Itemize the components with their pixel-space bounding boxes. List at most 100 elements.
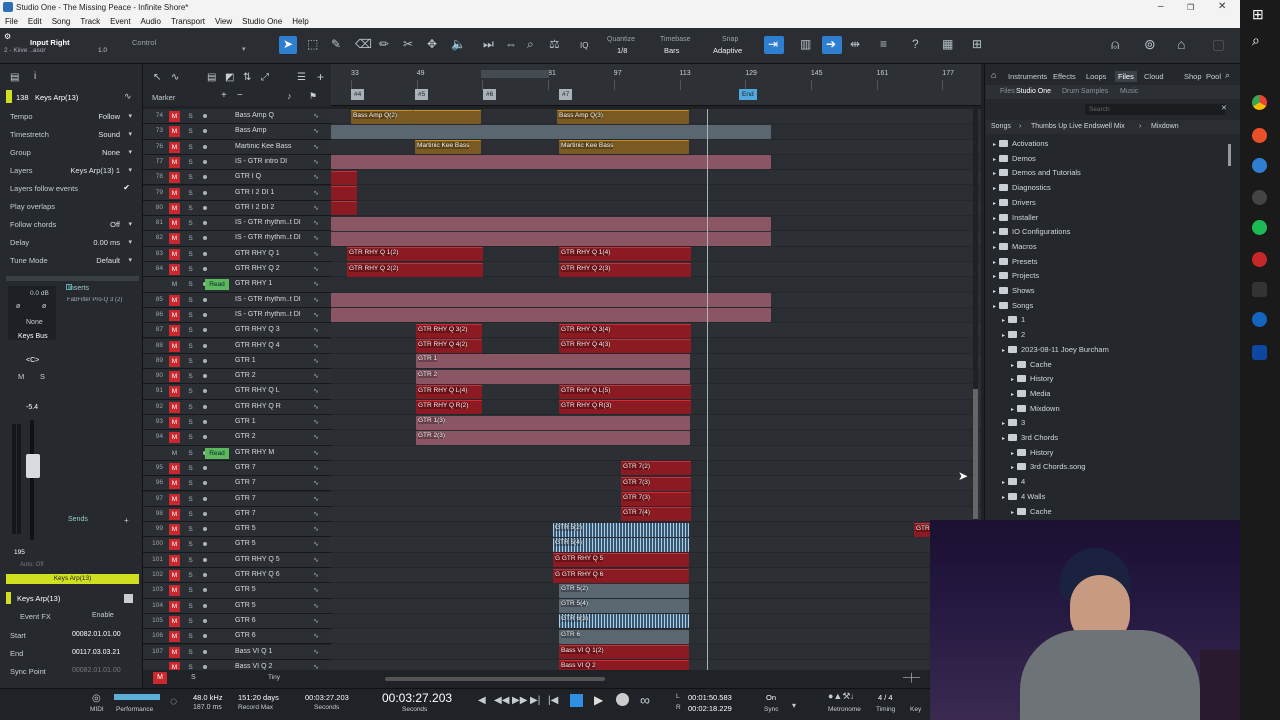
record-arm-icon[interactable] — [203, 511, 207, 516]
record-arm-icon[interactable] — [203, 221, 207, 226]
user-icon[interactable]: ⍝ — [1111, 36, 1119, 53]
track-row[interactable]: 98 M S GTR 7 ∿ — [143, 506, 331, 523]
rewind-fast-icon[interactable]: ◀◀ — [494, 695, 509, 706]
track-mute-button[interactable]: M — [169, 309, 180, 321]
record-arm-icon[interactable] — [203, 328, 207, 333]
track-solo-button[interactable]: S — [185, 631, 196, 642]
expand-arrow-icon[interactable]: ▸ — [1002, 421, 1005, 427]
global-mute[interactable]: M — [153, 672, 167, 684]
home-icon[interactable]: ⌂ — [1177, 36, 1185, 52]
cursor-follow-icon[interactable]: ⇹ — [850, 37, 860, 51]
track-mute-button[interactable]: M — [169, 325, 180, 337]
zoom-icon[interactable]: ⌕ — [527, 37, 534, 52]
inspector-row-value[interactable]: Off — [110, 220, 120, 229]
marker-flag[interactable]: #6 — [483, 89, 497, 100]
record-arm-icon[interactable] — [203, 649, 207, 654]
track-name[interactable]: IS - GTR rhythm..t DI — [235, 296, 305, 303]
record-arm-icon[interactable] — [203, 465, 207, 470]
browser-folder-item[interactable]: ▸ 4 — [1002, 477, 1025, 486]
browser-tab-shop[interactable]: Shop — [1181, 71, 1205, 82]
audio-event-clip[interactable] — [331, 155, 771, 170]
expand-arrow-icon[interactable]: ▸ — [993, 245, 996, 251]
expand-arrow-icon[interactable]: ▸ — [1011, 392, 1014, 398]
range-tool-icon[interactable]: ⬚ — [307, 37, 318, 51]
browser-subtab[interactable]: Studio One — [1016, 88, 1051, 95]
track-name[interactable]: GTR 7 — [235, 464, 305, 471]
audio-event-clip[interactable]: GTR RHY Q 3(2) — [416, 323, 482, 338]
track-solo-button[interactable]: S — [185, 310, 196, 321]
track-row[interactable]: 82 M S IS - GTR rhythm..t DI ∿ — [143, 231, 331, 247]
track-row[interactable]: 105 M S GTR 6 ∿ — [143, 613, 331, 630]
audio-event-clip[interactable]: GTR RHY Q 1(4) — [559, 247, 691, 262]
audio-event-clip[interactable]: GTR 5(4) — [559, 599, 689, 614]
stop-button[interactable] — [570, 694, 583, 707]
audio-event-clip[interactable]: GTR RHY Q 4(3) — [559, 339, 691, 353]
track-row[interactable]: 77 M S IS - GTR intro DI ∿ — [143, 154, 331, 171]
record-arm-icon[interactable] — [203, 481, 207, 486]
output-bus[interactable]: Keys Bus — [18, 333, 48, 340]
app-grey-icon[interactable] — [1252, 190, 1267, 205]
track-row[interactable]: 97 M S GTR 7 ∿ — [143, 491, 331, 507]
track-mute-button[interactable]: M — [169, 417, 180, 428]
track-solo-button[interactable]: S — [185, 111, 196, 122]
marker-nav-icon[interactable]: ♪ — [287, 91, 292, 101]
browser-folder-item[interactable]: ▸ History — [1011, 448, 1053, 457]
track-mute-button[interactable]: M — [169, 646, 180, 658]
track-mute-button[interactable]: M — [169, 554, 180, 566]
record-arm-icon[interactable] — [203, 343, 207, 348]
track-solo-button[interactable]: S — [185, 509, 196, 520]
track-mute-button[interactable]: M — [169, 111, 180, 122]
audio-event-clip[interactable]: GTR RHY Q L(4) — [416, 384, 482, 399]
track-name[interactable]: GTR 6 — [235, 617, 305, 624]
track-solo-button[interactable]: S — [185, 264, 196, 275]
play-icon[interactable]: ▶ — [594, 693, 603, 707]
add-track-icon[interactable]: + — [317, 70, 324, 84]
track-name[interactable]: GTR 1 — [235, 418, 305, 425]
track-name[interactable]: IS - GTR intro DI — [235, 158, 305, 165]
split-tool-icon[interactable]: ✎ — [331, 37, 341, 51]
rewind-icon[interactable]: ◀ — [478, 695, 486, 706]
audio-event-clip[interactable]: Bass VI Q 2 — [559, 660, 689, 670]
marker-flag[interactable]: #5 — [415, 89, 429, 100]
channel-name-strip[interactable]: Keys Arp(13) — [6, 574, 139, 584]
browser-folder-item[interactable]: ▸ Demos and Tutorials — [993, 168, 1081, 177]
audio-event-clip[interactable] — [331, 231, 771, 246]
browser-folder-item[interactable]: ▸ Activations — [993, 139, 1048, 148]
audio-event-clip[interactable] — [331, 216, 771, 231]
audio-event-clip[interactable] — [331, 308, 771, 323]
inspector-row-value[interactable]: Default — [96, 256, 120, 265]
dropdown-arrow-icon[interactable]: ▾ — [128, 166, 132, 174]
track-name[interactable]: GTR RHY M — [235, 449, 305, 456]
track-mute-button[interactable]: M — [169, 539, 180, 551]
record-arm-icon[interactable] — [203, 496, 207, 501]
expand-arrow-icon[interactable]: ▸ — [993, 216, 996, 222]
browser-search[interactable]: Search — [1085, 104, 1225, 115]
dropdown-arrow-icon[interactable]: ▾ — [128, 238, 132, 246]
track-name[interactable]: GTR 1 — [235, 357, 305, 364]
audio-event-clip[interactable]: GTR 7(3) — [621, 492, 691, 506]
track-lane[interactable] — [331, 277, 981, 293]
record-arm-icon[interactable] — [203, 420, 207, 424]
browser-tab-cloud[interactable]: Cloud — [1141, 71, 1167, 82]
browser-folder-item[interactable]: ▸ 3rd Chords.song — [1011, 462, 1085, 471]
loop-start[interactable]: 00:01:50.583 — [688, 693, 732, 702]
track-mute-button[interactable]: M — [169, 340, 180, 352]
track-name[interactable]: GTR 5 — [235, 602, 305, 609]
expand-arrow-icon[interactable]: ▸ — [1002, 480, 1005, 486]
app-red-icon[interactable] — [1252, 252, 1267, 267]
expand-arrow-icon[interactable]: ▸ — [993, 274, 996, 280]
browser-tab-pool[interactable]: Pool — [1203, 71, 1224, 82]
track-row[interactable]: 96 M S GTR 7 ∿ — [143, 476, 331, 492]
track-row[interactable]: M S Bass VI Q 2 ∿ — [143, 659, 331, 670]
browser-folder-item[interactable]: ▸ 2023-08-11 Joey Burcham — [1002, 345, 1109, 354]
audio-event-clip[interactable]: GTR RHY Q R(3) — [559, 400, 691, 415]
eraser-icon[interactable]: ⌫ — [355, 37, 372, 51]
track-name[interactable]: GTR I 2 DI 1 — [235, 189, 305, 196]
inspector-row-value[interactable]: None — [102, 148, 120, 157]
record-arm-icon[interactable] — [203, 542, 207, 547]
iq-button[interactable]: IQ — [580, 41, 588, 50]
audio-event-clip[interactable]: G GTR RHY Q 5 — [553, 553, 689, 568]
track-solo-button[interactable]: S — [185, 432, 196, 443]
track-row[interactable]: 85 M S IS - GTR rhythm..t DI ∿ — [143, 292, 331, 308]
pin-icon[interactable]: ◩ — [225, 72, 234, 83]
